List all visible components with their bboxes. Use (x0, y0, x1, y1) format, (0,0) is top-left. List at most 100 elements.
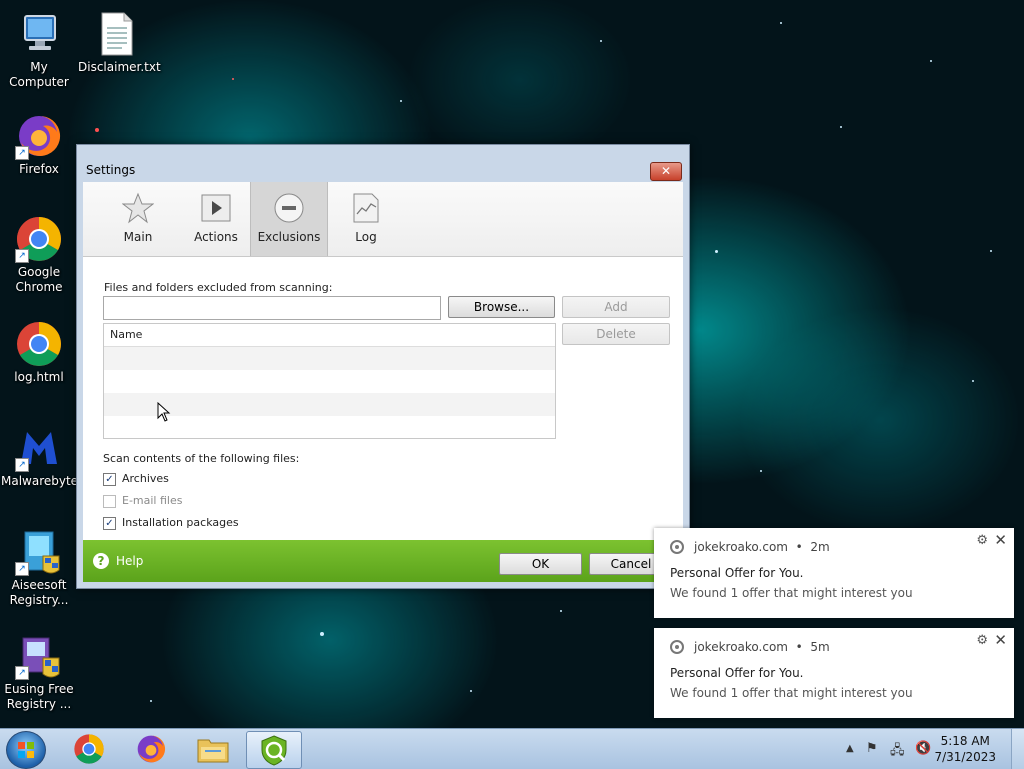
taskbar-antivirus-app[interactable] (246, 731, 302, 769)
taskbar-chrome[interactable] (62, 731, 116, 767)
mouse-cursor-icon (157, 401, 171, 425)
volume-muted-icon[interactable]: 🔇 (915, 741, 931, 756)
gear-icon[interactable]: ⚙ (976, 533, 988, 548)
show-desktop-button[interactable] (1011, 729, 1024, 769)
gear-icon[interactable]: ⚙ (976, 633, 988, 648)
notification-title: Personal Offer for You. (670, 566, 804, 580)
desktop-icon-firefox[interactable]: ↗ Firefox (1, 112, 77, 177)
action-center-flag-icon[interactable]: ⚑ (866, 741, 878, 756)
taskbar-clock[interactable]: 5:18 AM 7/31/2023 (934, 733, 996, 765)
desktop-icon-label: Malwarebytes (1, 474, 85, 488)
exclusion-path-input[interactable] (103, 296, 441, 320)
checkbox-label: Archives (122, 472, 169, 485)
window-client-area: Main Actions Exclusions Log Files and fo… (83, 182, 683, 582)
chrome-icon (670, 640, 684, 654)
table-row[interactable] (104, 347, 555, 370)
desktop-icon-label: Google Chrome (15, 265, 63, 294)
desktop-icon-label: Aiseesoft Registry... (9, 578, 69, 607)
email-files-checkbox-row[interactable]: E-mail files (103, 494, 182, 508)
desktop-icon-my-computer[interactable]: My Computer (1, 10, 77, 90)
notification-body: We found 1 offer that might interest you (670, 586, 913, 600)
chrome-icon: ↗ (15, 215, 63, 263)
minus-circle-icon (273, 192, 305, 224)
window-close-button[interactable]: ✕ (650, 162, 682, 181)
checkbox-label: E-mail files (122, 494, 183, 507)
desktop-icon-log-html[interactable]: log.html (1, 320, 77, 385)
excluded-section-label: Files and folders excluded from scanning… (104, 281, 333, 294)
taskbar-firefox[interactable] (124, 731, 178, 767)
window-titlebar[interactable]: Settings ✕ (77, 145, 689, 181)
notification-source: jokekroako.com • 5m (694, 640, 830, 654)
scan-section-label: Scan contents of the following files: (103, 452, 300, 465)
desktop-icon-label: Disclaimer.txt (78, 60, 161, 74)
add-button[interactable]: Add (562, 296, 670, 318)
tab-label: Log (355, 230, 377, 244)
archives-checkbox-row[interactable]: ✓ Archives (103, 472, 169, 486)
play-icon (200, 192, 232, 224)
browse-button[interactable]: Browse... (448, 296, 555, 318)
table-row[interactable] (104, 393, 555, 416)
antivirus-app-icon (261, 735, 287, 766)
help-link[interactable]: Help (116, 554, 143, 568)
settings-tab-bar: Main Actions Exclusions Log (83, 182, 683, 257)
network-icon[interactable]: 🖧 (890, 741, 905, 763)
windows-logo-icon (18, 742, 34, 758)
notification-source: jokekroako.com • 2m (694, 540, 830, 554)
table-row[interactable] (104, 416, 555, 439)
desktop-icon-disclaimer[interactable]: Disclaimer.txt (78, 10, 161, 75)
notification-toast[interactable]: jokekroako.com • 2m ⚙ ✕ Personal Offer f… (654, 528, 1014, 618)
checkbox-label: Installation packages (122, 516, 239, 529)
list-column-header-name[interactable]: Name (104, 324, 555, 347)
settings-window: Settings ✕ Main Actions Exclusions Log F… (76, 144, 690, 589)
file-explorer-icon (197, 739, 229, 763)
installation-packages-checkbox-row[interactable]: ✓ Installation packages (103, 516, 239, 530)
chrome-icon (15, 320, 63, 368)
notification-toast[interactable]: jokekroako.com • 5m ⚙ ✕ Personal Offer f… (654, 628, 1014, 718)
notification-body: We found 1 offer that might interest you (670, 686, 913, 700)
taskbar: ▲ ⚑ 🖧 🔇 5:18 AM 7/31/2023 (0, 728, 1024, 769)
close-icon[interactable]: ✕ (994, 631, 1007, 649)
tab-actions[interactable]: Actions (178, 182, 254, 256)
desktop-icon-google-chrome[interactable]: ↗ Google Chrome (1, 215, 77, 295)
computer-icon (15, 10, 63, 58)
notification-title: Personal Offer for You. (670, 666, 804, 680)
show-hidden-icons-chevron-up-icon[interactable]: ▲ (846, 743, 854, 754)
archives-checkbox[interactable]: ✓ (103, 472, 116, 486)
start-button[interactable] (6, 731, 46, 769)
malwarebytes-icon: ↗ (15, 424, 63, 472)
exclusions-panel: Files and folders excluded from scanning… (83, 257, 683, 537)
delete-button[interactable]: Delete (562, 323, 670, 345)
desktop-icon-label: Eusing Free Registry ... (4, 682, 74, 711)
installation-packages-checkbox[interactable]: ✓ (103, 516, 116, 530)
chrome-icon (670, 540, 684, 554)
desktop-icon-label: Firefox (19, 162, 59, 176)
tab-log[interactable]: Log (328, 182, 404, 256)
settings-footer-bar: ? Help OK Cancel (83, 540, 683, 582)
log-chart-icon (350, 192, 382, 224)
table-row[interactable] (104, 370, 555, 393)
installer-icon: ↗ (15, 528, 63, 576)
desktop-icon-aiseesoft[interactable]: ↗ Aiseesoft Registry... (1, 528, 77, 608)
chrome-icon (74, 734, 104, 764)
text-file-icon (92, 10, 140, 58)
clock-date: 7/31/2023 (934, 750, 996, 764)
desktop-icon-malwarebytes[interactable]: ↗ Malwarebytes (1, 424, 85, 489)
desktop-icon-label: log.html (14, 370, 64, 384)
close-icon[interactable]: ✕ (994, 531, 1007, 549)
email-files-checkbox[interactable] (103, 494, 116, 508)
desktop-icon-eusing[interactable]: ↗ Eusing Free Registry ... (1, 632, 77, 712)
help-icon[interactable]: ? (93, 553, 109, 569)
desktop-icon-label: My Computer (9, 60, 69, 89)
firefox-icon: ↗ (15, 112, 63, 160)
star-icon (121, 192, 155, 224)
tab-main[interactable]: Main (100, 182, 176, 256)
tab-label: Exclusions (257, 230, 321, 244)
taskbar-file-explorer[interactable] (186, 731, 240, 767)
firefox-icon (137, 735, 166, 763)
installer-icon: ↗ (15, 632, 63, 680)
ok-button[interactable]: OK (499, 553, 582, 575)
clock-time: 5:18 AM (940, 734, 990, 748)
tab-label: Actions (194, 230, 238, 244)
tab-label: Main (123, 230, 153, 244)
tab-exclusions[interactable]: Exclusions (250, 182, 328, 256)
